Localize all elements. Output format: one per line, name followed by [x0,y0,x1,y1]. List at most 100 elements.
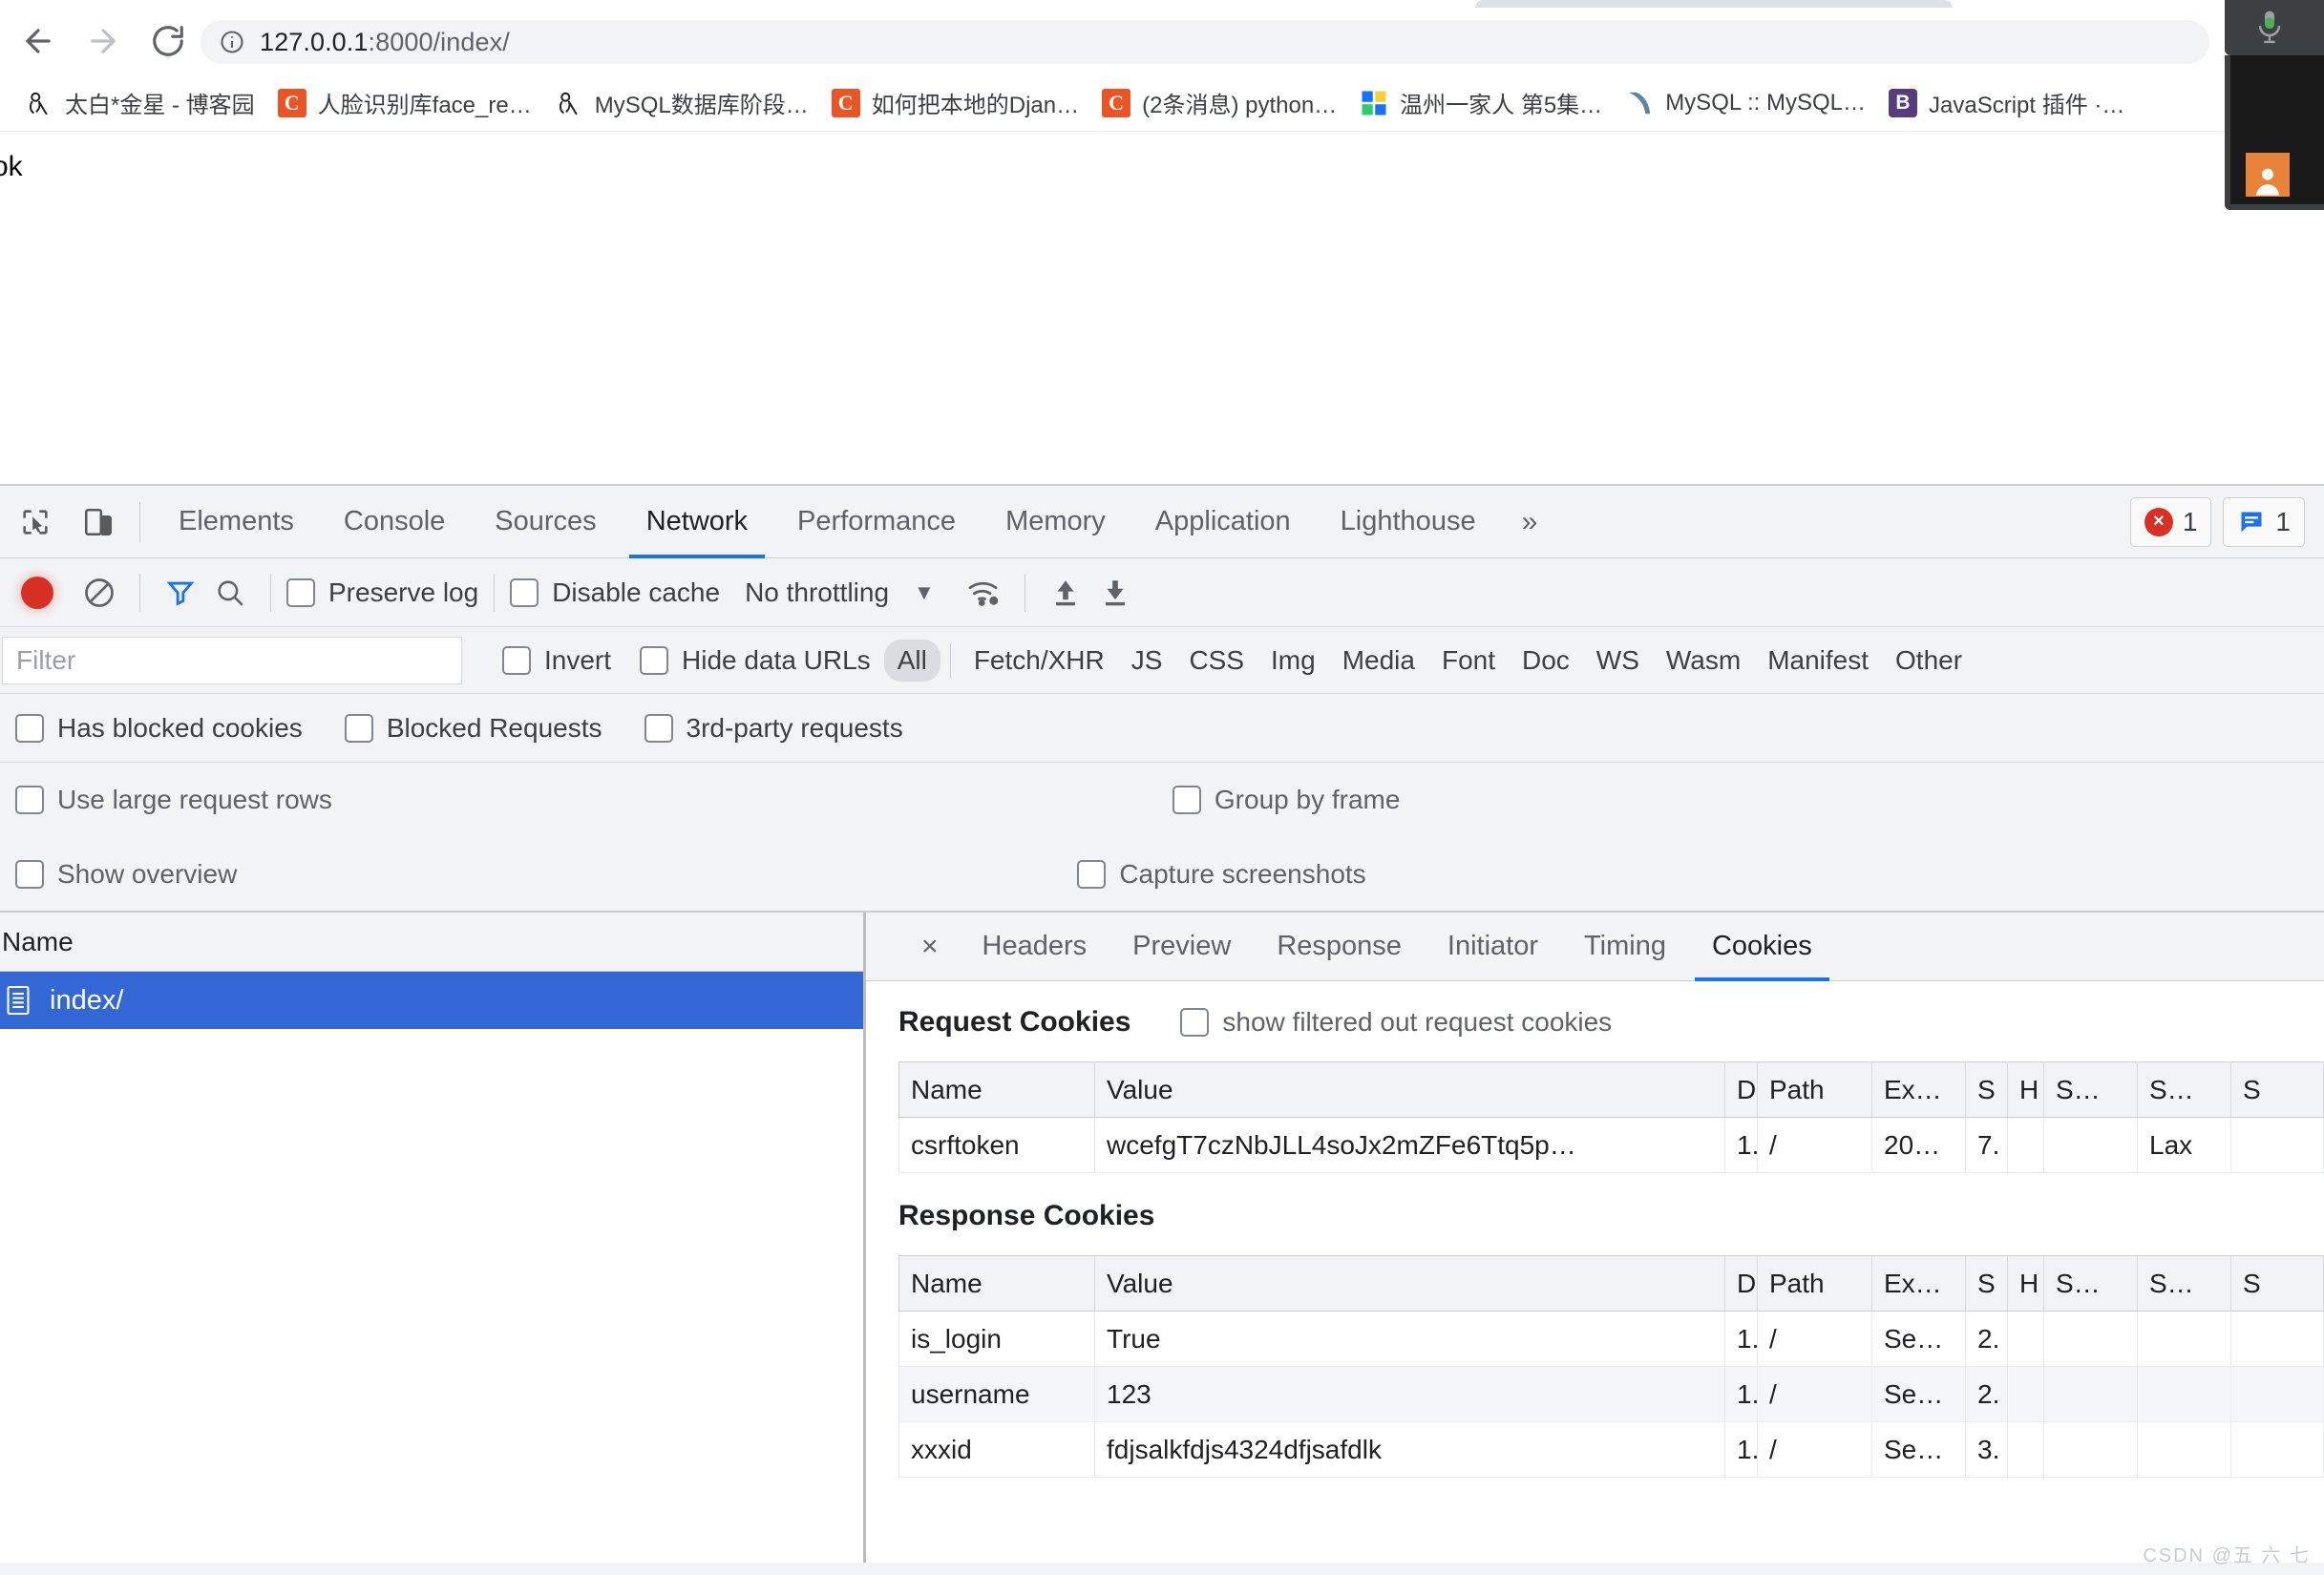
checkbox-box[interactable] [286,578,315,607]
filter-type-img[interactable]: Img [1257,640,1329,682]
filter-input[interactable]: Filter [2,636,462,684]
message-count-badge[interactable]: 1 [2223,496,2305,547]
column-header[interactable]: Name [898,1255,1095,1312]
checkbox-box[interactable] [1077,859,1107,889]
inspect-element-icon[interactable] [8,494,63,550]
use-large-request-rows-checkbox[interactable]: Use large request rows [15,785,332,815]
third-party-requests-checkbox[interactable]: 3rd-party requests [644,713,903,744]
network-conditions-icon[interactable] [960,568,1009,618]
bookmark-item[interactable]: C 人脸识别库face_re… [266,80,543,126]
column-header[interactable]: S… [2137,1061,2231,1118]
checkbox-box[interactable] [644,713,673,743]
device-toolbar-icon[interactable] [71,494,126,550]
table-row[interactable]: csrftoken wcefgT7czNbJLL4soJx2mZFe6Ttq5p… [898,1117,2324,1173]
column-header[interactable]: H [2007,1255,2044,1312]
preserve-log-checkbox[interactable]: Preserve log [286,578,478,608]
filter-type-manifest[interactable]: Manifest [1754,640,1882,682]
tab-network[interactable]: Network [622,486,772,558]
search-icon[interactable] [205,568,255,618]
checkbox-box[interactable] [510,578,539,607]
browser-tab[interactable] [1475,0,1953,8]
group-by-frame-checkbox[interactable]: Group by frame [1172,785,1400,815]
table-row[interactable]: is_login True 1. / Se… 2. [898,1311,2324,1367]
column-header[interactable]: Value [1094,1255,1725,1312]
avatar[interactable] [2246,153,2290,197]
column-header[interactable]: S [1965,1061,2008,1118]
column-header[interactable]: S… [2043,1061,2138,1118]
address-bar[interactable]: 127.0.0.1:8000/index/ [201,20,2209,64]
close-icon[interactable]: × [900,931,960,963]
detail-tab-timing[interactable]: Timing [1561,913,1689,981]
blocked-requests-checkbox[interactable]: Blocked Requests [344,713,602,744]
filter-type-doc[interactable]: Doc [1509,640,1583,682]
column-header[interactable]: Path [1757,1255,1872,1312]
filter-type-fetch-xhr[interactable]: Fetch/XHR [961,640,1118,682]
bookmark-item[interactable]: 温州一家人 第5集… [1348,80,1614,126]
show-filtered-cookies-checkbox[interactable]: show filtered out request cookies [1180,1007,1612,1038]
bookmark-item[interactable]: B JavaScript 插件 ·… [1877,80,2136,126]
error-count-badge[interactable]: × 1 [2129,496,2212,547]
detail-tab-response[interactable]: Response [1254,913,1425,981]
filter-type-js[interactable]: JS [1118,640,1176,682]
tab-console[interactable]: Console [319,486,470,558]
tab-sources[interactable]: Sources [470,486,621,558]
table-row[interactable]: username 123 1. / Se… 2. [898,1366,2324,1422]
detail-tab-preview[interactable]: Preview [1109,913,1254,981]
back-icon[interactable] [6,9,71,74]
throttling-select[interactable]: No throttling [745,578,889,608]
bookmark-item[interactable]: MySQL数据库阶段… [543,80,820,126]
checkbox-box[interactable] [344,713,373,743]
chevron-down-icon[interactable]: ▼ [914,580,935,605]
checkbox-box[interactable] [640,645,669,675]
column-header[interactable]: Name [898,1061,1095,1118]
column-header[interactable]: Value [1094,1061,1725,1118]
bookmark-item[interactable]: 太白*金星 - 博客园 [13,80,266,126]
invert-checkbox[interactable]: Invert [502,645,611,676]
column-header[interactable]: H [2007,1061,2044,1118]
column-header[interactable]: S… [2043,1255,2138,1312]
column-header[interactable]: Path [1757,1061,1872,1118]
forward-icon[interactable] [71,9,136,74]
filter-type-ws[interactable]: WS [1583,640,1653,682]
table-row[interactable]: xxxid fdjsalkfdjs4324dfjsafdlk 1. / Se… … [898,1421,2324,1478]
filter-type-font[interactable]: Font [1428,640,1509,682]
tab-lighthouse[interactable]: Lighthouse [1316,486,1501,558]
recorder-overlay-body[interactable] [2225,55,2324,210]
checkbox-box[interactable] [1172,786,1201,814]
column-header[interactable]: S [1965,1255,2008,1312]
has-blocked-cookies-checkbox[interactable]: Has blocked cookies [15,713,303,744]
column-header[interactable]: D [1724,1061,1758,1118]
bookmark-item[interactable]: MySQL :: MySQL… [1614,80,1877,126]
show-overview-checkbox[interactable]: Show overview [15,859,237,890]
import-har-icon[interactable] [1041,568,1090,618]
tab-performance[interactable]: Performance [772,486,981,558]
column-header[interactable]: S [2230,1061,2324,1118]
clear-icon[interactable] [74,568,124,618]
site-info-icon[interactable] [218,28,246,56]
column-header[interactable]: D [1724,1255,1758,1312]
bookmark-item[interactable]: C (2条消息) python… [1090,80,1348,126]
column-header[interactable]: S… [2137,1255,2231,1312]
filter-type-other[interactable]: Other [1882,640,1975,682]
checkbox-box[interactable] [15,859,44,889]
microphone-icon[interactable] [2253,10,2286,48]
detail-tab-headers[interactable]: Headers [960,913,1110,981]
filter-type-all[interactable]: All [883,639,940,682]
disable-cache-checkbox[interactable]: Disable cache [510,578,720,608]
checkbox-box[interactable] [502,645,531,675]
request-list-row[interactable]: index/ [0,972,863,1029]
capture-screenshots-checkbox[interactable]: Capture screenshots [1077,859,1366,890]
column-header[interactable]: S [2230,1255,2324,1312]
reload-icon[interactable] [136,9,201,74]
detail-tab-cookies[interactable]: Cookies [1689,913,1835,981]
tab-memory[interactable]: Memory [981,486,1130,558]
filter-type-wasm[interactable]: Wasm [1653,640,1754,682]
more-panels-icon[interactable]: » [1501,506,1559,538]
checkbox-box[interactable] [15,713,44,743]
detail-tab-initiator[interactable]: Initiator [1425,913,1561,981]
column-header[interactable]: Ex… [1871,1061,1966,1118]
checkbox-box[interactable] [15,786,44,814]
filter-type-css[interactable]: CSS [1175,640,1257,682]
tab-application[interactable]: Application [1130,486,1316,558]
checkbox-box[interactable] [1180,1008,1210,1037]
